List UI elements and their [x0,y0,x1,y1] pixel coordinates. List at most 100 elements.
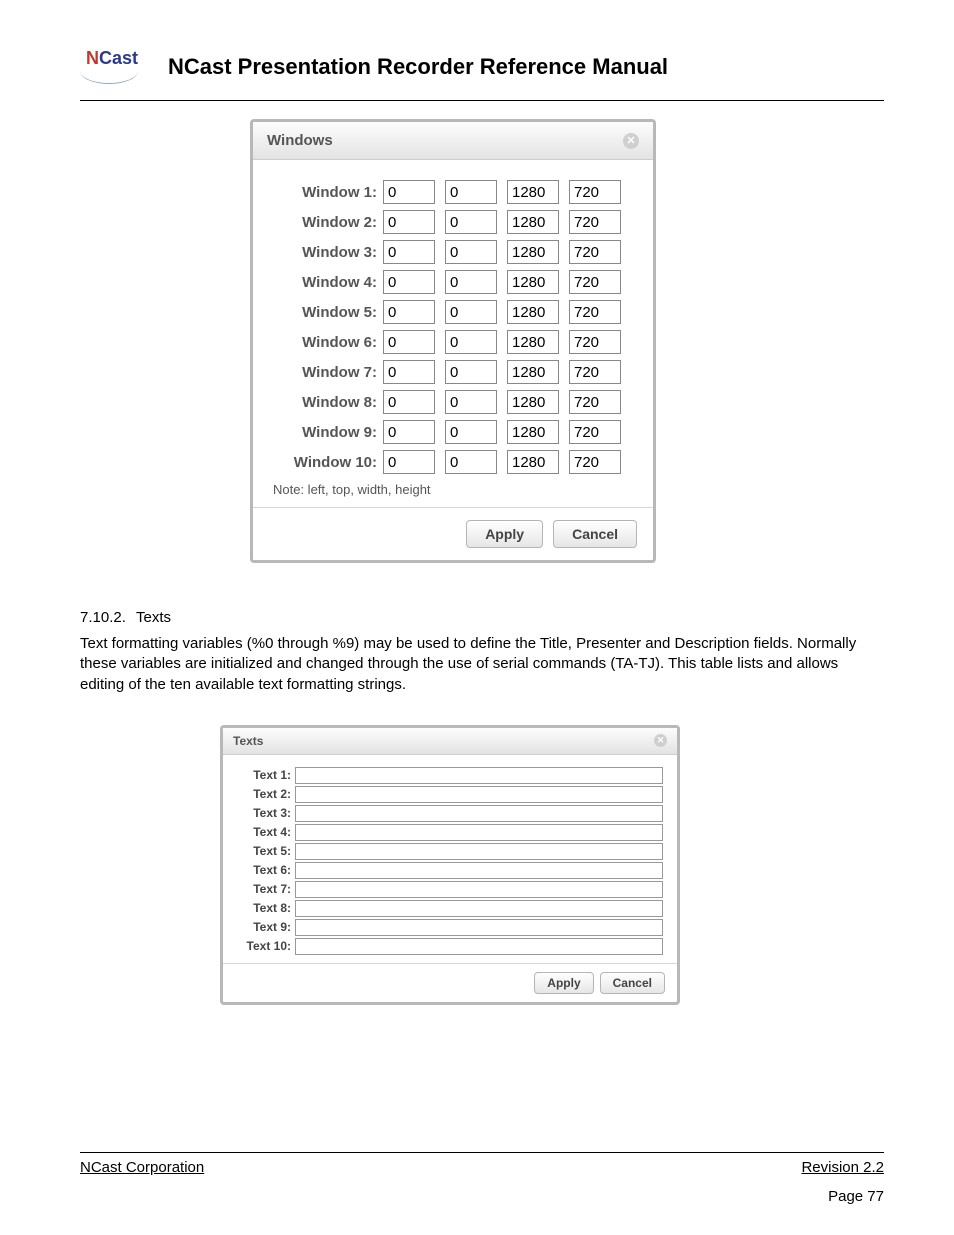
apply-button[interactable]: Apply [534,972,593,994]
window-top-input[interactable] [445,270,497,294]
window-left-input[interactable] [383,180,435,204]
window-height-input[interactable] [569,300,621,324]
texts-dialog-title: Texts [233,734,263,748]
section-title: Texts [136,609,171,626]
text-row: Text 7: [237,881,663,898]
window-top-input[interactable] [445,210,497,234]
text-input[interactable] [295,767,663,784]
window-width-input[interactable] [507,210,559,234]
window-row-label: Window 4: [273,274,383,291]
page-header: NCast NCast Presentation Recorder Refere… [80,48,884,86]
text-input[interactable] [295,938,663,955]
close-icon[interactable]: ✕ [623,133,639,149]
apply-button[interactable]: Apply [466,520,543,548]
header-rule [80,100,884,101]
window-row: Window 9: [273,420,633,444]
window-width-input[interactable] [507,390,559,414]
window-width-input[interactable] [507,330,559,354]
text-row-label: Text 10: [237,939,295,953]
ncast-logo: NCast [80,48,140,86]
window-height-input[interactable] [569,210,621,234]
window-height-input[interactable] [569,420,621,444]
text-input[interactable] [295,786,663,803]
window-top-input[interactable] [445,300,497,324]
window-height-input[interactable] [569,240,621,264]
window-width-input[interactable] [507,450,559,474]
text-input[interactable] [295,824,663,841]
window-left-input[interactable] [383,240,435,264]
text-row: Text 2: [237,786,663,803]
window-height-input[interactable] [569,180,621,204]
page-number: Page 77 [80,1188,884,1205]
text-row-label: Text 7: [237,882,295,896]
cancel-button[interactable]: Cancel [553,520,637,548]
window-top-input[interactable] [445,450,497,474]
window-height-input[interactable] [569,450,621,474]
window-row-label: Window 8: [273,394,383,411]
text-input[interactable] [295,881,663,898]
section-heading: 7.10.2.Texts [80,609,884,626]
cancel-button[interactable]: Cancel [600,972,665,994]
text-input[interactable] [295,862,663,879]
window-width-input[interactable] [507,240,559,264]
window-left-input[interactable] [383,210,435,234]
text-input[interactable] [295,843,663,860]
window-row-label: Window 3: [273,244,383,261]
page-footer: NCast Corporation Revision 2.2 Page 77 [80,1152,884,1205]
window-top-input[interactable] [445,390,497,414]
window-top-input[interactable] [445,360,497,384]
close-icon[interactable]: ✕ [654,734,667,747]
text-row: Text 5: [237,843,663,860]
text-row-label: Text 1: [237,768,295,782]
text-row-label: Text 5: [237,844,295,858]
window-left-input[interactable] [383,270,435,294]
window-left-input[interactable] [383,360,435,384]
windows-dialog: Windows ✕ Window 1:Window 2:Window 3:Win… [250,119,656,563]
text-row: Text 4: [237,824,663,841]
text-row-label: Text 4: [237,825,295,839]
text-row-label: Text 2: [237,787,295,801]
text-row: Text 10: [237,938,663,955]
window-left-input[interactable] [383,300,435,324]
window-left-input[interactable] [383,450,435,474]
window-row-label: Window 9: [273,424,383,441]
window-row-label: Window 2: [273,214,383,231]
texts-dialog: Texts ✕ Text 1: Text 2: Text 3: Text 4: Text… [220,725,680,1005]
windows-note: Note: left, top, width, height [273,482,633,497]
window-left-input[interactable] [383,390,435,414]
section-paragraph: Text formatting variables (%0 through %9… [80,634,884,695]
window-top-input[interactable] [445,180,497,204]
window-height-input[interactable] [569,390,621,414]
text-row-label: Text 6: [237,863,295,877]
text-row: Text 3: [237,805,663,822]
window-row-label: Window 7: [273,364,383,381]
text-input[interactable] [295,919,663,936]
footer-right: Revision 2.2 [801,1159,884,1176]
window-row-label: Window 6: [273,334,383,351]
text-input[interactable] [295,900,663,917]
window-row: Window 6: [273,330,633,354]
window-width-input[interactable] [507,420,559,444]
window-width-input[interactable] [507,270,559,294]
window-top-input[interactable] [445,330,497,354]
window-width-input[interactable] [507,300,559,324]
window-row: Window 4: [273,270,633,294]
text-row: Text 8: [237,900,663,917]
window-row: Window 7: [273,360,633,384]
window-row: Window 10: [273,450,633,474]
text-row: Text 9: [237,919,663,936]
window-height-input[interactable] [569,330,621,354]
text-row: Text 6: [237,862,663,879]
window-top-input[interactable] [445,240,497,264]
window-width-input[interactable] [507,360,559,384]
windows-dialog-title: Windows [267,132,333,149]
window-left-input[interactable] [383,420,435,444]
document-title: NCast Presentation Recorder Reference Ma… [168,54,668,80]
window-height-input[interactable] [569,270,621,294]
text-row-label: Text 3: [237,806,295,820]
window-height-input[interactable] [569,360,621,384]
window-width-input[interactable] [507,180,559,204]
window-left-input[interactable] [383,330,435,354]
window-top-input[interactable] [445,420,497,444]
text-input[interactable] [295,805,663,822]
